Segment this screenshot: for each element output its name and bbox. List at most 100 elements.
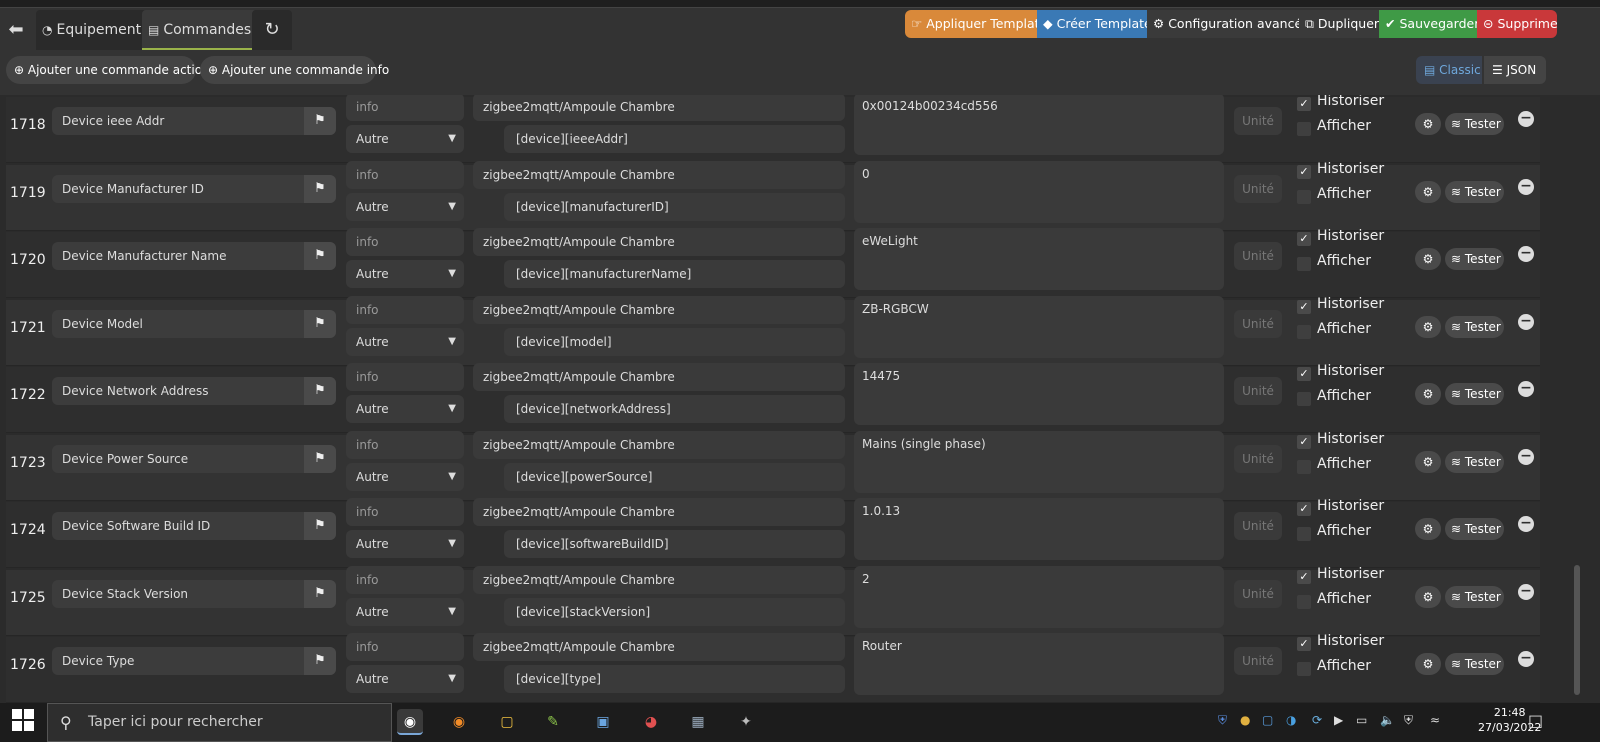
remove-command-icon[interactable]: − <box>1518 516 1534 532</box>
command-type-select[interactable]: info <box>346 498 464 526</box>
remove-command-icon[interactable]: − <box>1518 584 1534 600</box>
firefox-icon[interactable]: ◉ <box>446 709 472 735</box>
topic-input[interactable]: zigbee2mqtt/Ampoule Chambre <box>473 498 845 526</box>
historiser-checkbox[interactable]: ✓ <box>1297 570 1311 584</box>
historiser-checkbox[interactable]: ✓ <box>1297 502 1311 516</box>
windows-start-icon[interactable] <box>12 709 34 731</box>
unit-input[interactable]: Unité <box>1234 107 1282 135</box>
remove-command-icon[interactable]: − <box>1518 246 1534 262</box>
command-subtype-select[interactable]: Autre ▼ <box>346 193 464 221</box>
icon-picker-button[interactable]: ⚑ <box>304 512 336 540</box>
configure-button[interactable]: ⚙ <box>1415 518 1441 540</box>
unit-input[interactable]: Unité <box>1234 512 1282 540</box>
command-name-input[interactable]: Device Manufacturer ID ⚑ <box>52 175 336 203</box>
command-subtype-select[interactable]: Autre ▼ <box>346 395 464 423</box>
advanced-config-button[interactable]: ⚙ Configuration avancée <box>1147 10 1299 38</box>
save-button[interactable]: ✔ Sauvegarder <box>1379 10 1477 38</box>
security-icon[interactable]: ⛨ <box>1404 713 1413 728</box>
bluetooth-icon[interactable]: ▶ <box>1334 713 1343 727</box>
historiser-checkbox[interactable]: ✓ <box>1297 367 1311 381</box>
unit-input[interactable]: Unité <box>1234 445 1282 473</box>
json-path-input[interactable]: [device][type] <box>504 665 845 693</box>
network-tool-icon[interactable]: ▣ <box>590 709 616 735</box>
unit-input[interactable]: Unité <box>1234 377 1282 405</box>
value-textarea[interactable]: Mains (single phase) <box>854 431 1224 493</box>
command-type-select[interactable]: info <box>346 161 464 189</box>
command-name-input[interactable]: Device ieee Addr ⚑ <box>52 107 336 135</box>
duplicate-button[interactable]: ⧉ Dupliquer <box>1299 10 1379 38</box>
icon-picker-button[interactable]: ⚑ <box>304 242 336 270</box>
command-name-input[interactable]: Device Type ⚑ <box>52 647 336 675</box>
json-path-input[interactable]: [device][ieeeAddr] <box>504 125 845 153</box>
add-action-command-button[interactable]: ⊕ Ajouter une commande action <box>6 56 210 84</box>
command-name-input[interactable]: Device Stack Version ⚑ <box>52 580 336 608</box>
tab-equipement[interactable]: ◔ Equipement <box>36 10 148 50</box>
test-button[interactable]: ≋ Tester <box>1445 316 1504 338</box>
command-name-input[interactable]: Device Manufacturer Name ⚑ <box>52 242 336 270</box>
json-path-input[interactable]: [device][manufacturerName] <box>504 260 845 288</box>
unit-input[interactable]: Unité <box>1234 242 1282 270</box>
configure-button[interactable]: ⚙ <box>1415 586 1441 608</box>
command-subtype-select[interactable]: Autre ▼ <box>346 598 464 626</box>
command-name-input[interactable]: Device Network Address ⚑ <box>52 377 336 405</box>
notifications-icon[interactable]: □ <box>1528 711 1543 730</box>
scrollbar-thumb[interactable] <box>1574 565 1580 695</box>
icon-picker-button[interactable]: ⚑ <box>304 107 336 135</box>
scrollbar-track[interactable] <box>1568 95 1600 703</box>
chrome-icon[interactable]: ◉ <box>397 709 423 735</box>
test-button[interactable]: ≋ Tester <box>1445 248 1504 270</box>
json-path-input[interactable]: [device][networkAddress] <box>504 395 845 423</box>
test-button[interactable]: ≋ Tester <box>1445 586 1504 608</box>
afficher-checkbox[interactable] <box>1297 460 1311 474</box>
value-textarea[interactable]: Router <box>854 633 1224 695</box>
wifi-icon[interactable]: ≈ <box>1430 713 1440 727</box>
back-arrow-icon[interactable]: ⬅ <box>4 18 28 42</box>
command-name-input[interactable]: Device Power Source ⚑ <box>52 445 336 473</box>
tab-commandes[interactable]: ▤ Commandes <box>142 10 258 50</box>
test-button[interactable]: ≋ Tester <box>1445 181 1504 203</box>
command-subtype-select[interactable]: Autre ▼ <box>346 260 464 288</box>
json-path-input[interactable]: [device][manufacturerID] <box>504 193 845 221</box>
afficher-checkbox[interactable] <box>1297 122 1311 136</box>
icon-picker-button[interactable]: ⚑ <box>304 445 336 473</box>
refresh-button[interactable]: ↻ <box>252 10 292 50</box>
command-subtype-select[interactable]: Autre ▼ <box>346 463 464 491</box>
command-name-input[interactable]: Device Model ⚑ <box>52 310 336 338</box>
command-subtype-select[interactable]: Autre ▼ <box>346 125 464 153</box>
unit-input[interactable]: Unité <box>1234 580 1282 608</box>
command-subtype-select[interactable]: Autre ▼ <box>346 328 464 356</box>
dropbox-icon[interactable]: ▢ <box>1262 713 1273 727</box>
icon-picker-button[interactable]: ⚑ <box>304 175 336 203</box>
remote-desktop-icon[interactable]: ▦ <box>685 709 711 735</box>
topic-input[interactable]: zigbee2mqtt/Ampoule Chambre <box>473 431 845 459</box>
configure-button[interactable]: ⚙ <box>1415 113 1441 135</box>
battery-icon[interactable]: ▭ <box>1356 713 1367 727</box>
value-textarea[interactable]: 1.0.13 <box>854 498 1224 560</box>
remove-command-icon[interactable]: − <box>1518 314 1534 330</box>
command-type-select[interactable]: info <box>346 228 464 256</box>
remove-command-icon[interactable]: − <box>1518 111 1534 127</box>
json-path-input[interactable]: [device][powerSource] <box>504 463 845 491</box>
json-path-input[interactable]: [device][model] <box>504 328 845 356</box>
edge-icon[interactable]: ◑ <box>1286 713 1296 727</box>
topic-input[interactable]: zigbee2mqtt/Ampoule Chambre <box>473 95 845 121</box>
configure-button[interactable]: ⚙ <box>1415 316 1441 338</box>
command-subtype-select[interactable]: Autre ▼ <box>346 665 464 693</box>
value-textarea[interactable]: eWeLight <box>854 228 1224 290</box>
unit-input[interactable]: Unité <box>1234 310 1282 338</box>
app-icon[interactable]: ✦ <box>733 709 759 735</box>
configure-button[interactable]: ⚙ <box>1415 451 1441 473</box>
command-name-input[interactable]: Device Software Build ID ⚑ <box>52 512 336 540</box>
apply-template-button[interactable]: ☞ Appliquer Template <box>905 10 1037 38</box>
command-type-select[interactable]: info <box>346 95 464 121</box>
topic-input[interactable]: zigbee2mqtt/Ampoule Chambre <box>473 363 845 391</box>
historiser-checkbox[interactable]: ✓ <box>1297 232 1311 246</box>
command-type-select[interactable]: info <box>346 566 464 594</box>
historiser-checkbox[interactable]: ✓ <box>1297 435 1311 449</box>
delete-button[interactable]: ⊝ Supprimer <box>1477 10 1557 38</box>
classic-view-button[interactable]: ▤ Classic <box>1416 56 1482 84</box>
icon-picker-button[interactable]: ⚑ <box>304 647 336 675</box>
shield-icon[interactable]: ⛨ <box>1218 713 1227 728</box>
volume-icon[interactable]: 🔈 <box>1380 713 1395 727</box>
historiser-checkbox[interactable]: ✓ <box>1297 165 1311 179</box>
